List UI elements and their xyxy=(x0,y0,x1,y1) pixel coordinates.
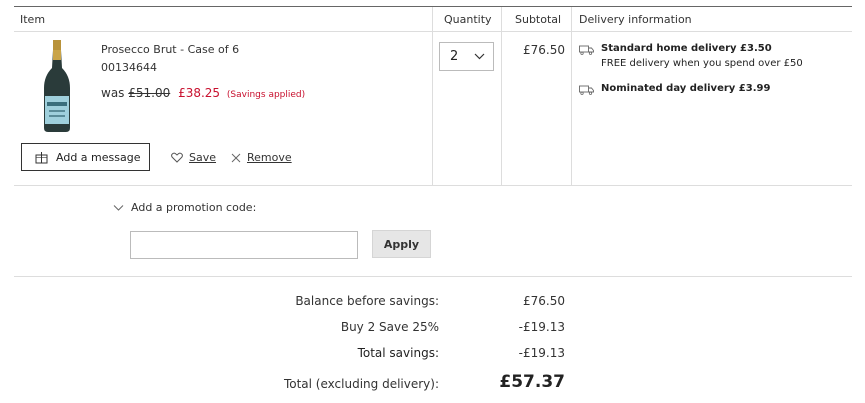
delivery-option-standard: Standard home delivery £3.50 FREE delive… xyxy=(579,43,849,73)
chevron-down-icon xyxy=(113,204,124,211)
order-total-label: Total (excluding delivery): xyxy=(283,377,439,391)
column-divider xyxy=(501,7,502,185)
savings-note: (Savings applied) xyxy=(226,90,306,100)
promo-code-label: Add a promotion code: xyxy=(131,201,257,214)
truck-icon xyxy=(579,85,594,95)
balance-label: Balance before savings: xyxy=(295,294,439,308)
quantity-value: 2 xyxy=(450,49,459,64)
order-total-value: £57.37 xyxy=(499,372,565,392)
remove-label: Remove xyxy=(247,151,292,164)
summary-divider xyxy=(14,276,852,277)
total-savings-value: -£19.13 xyxy=(518,346,565,360)
standard-delivery-title: Standard home delivery £3.50 xyxy=(601,43,772,54)
add-message-label: Add a message xyxy=(56,150,141,164)
promo-code-toggle[interactable]: Add a promotion code: xyxy=(113,201,256,214)
save-link[interactable]: Save xyxy=(171,151,216,164)
cart-table-header: Item Quantity Subtotal Delivery informat… xyxy=(14,6,852,32)
remove-link[interactable]: Remove xyxy=(231,151,292,164)
column-divider xyxy=(571,7,572,185)
close-icon xyxy=(231,153,241,162)
gift-icon xyxy=(35,151,48,163)
add-message-button[interactable]: Add a message xyxy=(21,143,150,171)
product-sku: 00134644 xyxy=(101,61,157,74)
offer-value: -£19.13 xyxy=(518,320,565,334)
sale-price: £38.25 xyxy=(178,86,221,100)
was-price: £51.00 xyxy=(128,86,171,100)
truck-icon xyxy=(579,45,594,55)
header-item: Item xyxy=(20,13,46,26)
row-divider xyxy=(14,185,852,186)
standard-delivery-note: FREE delivery when you spend over £50 xyxy=(601,58,803,69)
quantity-select[interactable]: 2 xyxy=(439,42,494,71)
price-row: was £51.00 £38.25 (Savings applied) xyxy=(101,86,305,100)
line-subtotal: £76.50 xyxy=(523,43,565,57)
product-name[interactable]: Prosecco Brut - Case of 6 xyxy=(101,43,239,56)
heart-icon xyxy=(171,152,183,163)
was-label: was xyxy=(101,86,125,100)
offer-label: Buy 2 Save 25% xyxy=(340,320,439,334)
balance-value: £76.50 xyxy=(523,294,565,308)
nominated-delivery-title: Nominated day delivery £3.99 xyxy=(601,83,771,94)
chevron-down-icon xyxy=(474,53,485,60)
promo-code-input[interactable] xyxy=(130,231,358,259)
delivery-option-nominated: Nominated day delivery £3.99 xyxy=(579,83,849,99)
column-divider xyxy=(432,7,433,185)
header-quantity: Quantity xyxy=(444,13,492,26)
header-delivery: Delivery information xyxy=(579,13,692,26)
apply-promo-button[interactable]: Apply xyxy=(372,230,431,258)
total-savings-label: Total savings: xyxy=(357,346,439,360)
product-image[interactable] xyxy=(40,40,74,132)
header-subtotal: Subtotal xyxy=(515,13,562,26)
save-label: Save xyxy=(189,151,217,164)
